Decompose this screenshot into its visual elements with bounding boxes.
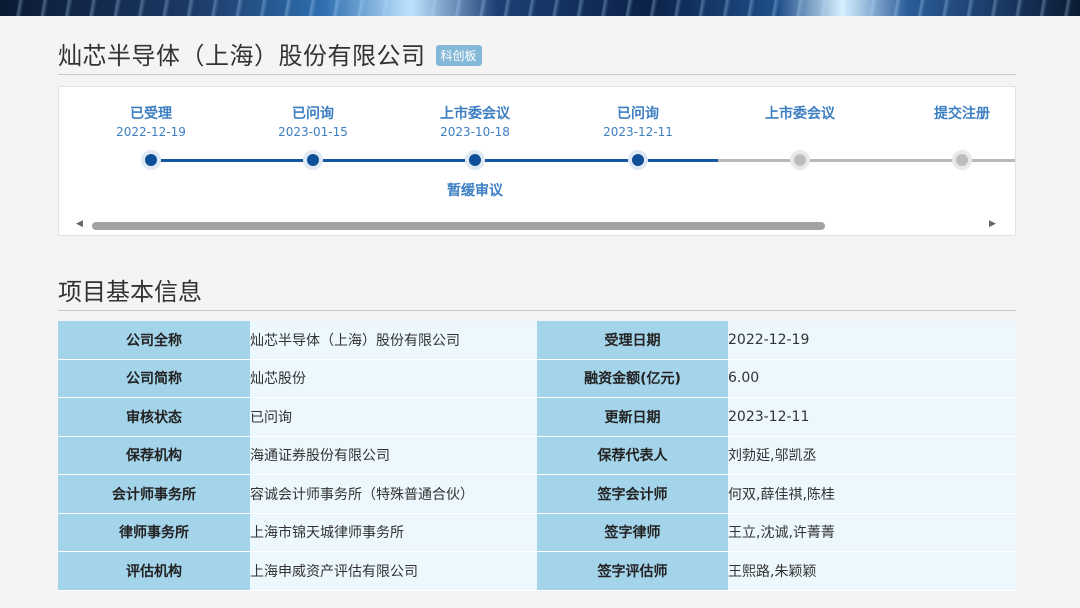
title-divider — [58, 74, 1016, 75]
timeline-step-3: 上市委会议 2023-10-18 — [395, 103, 555, 139]
step-date: 2022-12-19 — [116, 125, 186, 139]
field-value: 刘勃延,邬凯丞 — [728, 436, 1016, 475]
field-value: 灿芯半导体（上海）股份有限公司 — [250, 321, 537, 360]
field-value: 灿芯股份 — [250, 359, 537, 398]
table-row: 评估机构 上海申威资产评估有限公司 签字评估师 王熙路,朱颖颖 — [58, 551, 1016, 591]
company-title: 灿芯半导体（上海）股份有限公司 — [58, 41, 426, 70]
step-label: 已问询 — [617, 106, 659, 122]
company-header: 灿芯半导体（上海）股份有限公司 科创板 — [58, 36, 482, 70]
header-banner-image — [0, 0, 1080, 16]
step-date: 2023-10-18 — [440, 125, 510, 139]
table-row: 公司全称 灿芯半导体（上海）股份有限公司 受理日期 2022-12-19 — [58, 321, 1016, 360]
section-title: 项目基本信息 — [58, 278, 202, 306]
scroll-right-arrow-icon[interactable]: ▶ — [989, 219, 996, 229]
project-info-table: 公司全称 灿芯半导体（上海）股份有限公司 受理日期 2022-12-19 公司简… — [58, 321, 1016, 591]
field-value: 何双,薛佳祺,陈桂 — [728, 474, 1016, 514]
table-row: 律师事务所 上海市锦天城律师事务所 签字律师 王立,沈诚,许菁菁 — [58, 513, 1016, 552]
step-label: 已问询 — [292, 106, 334, 122]
timeline-step-2: 已问询 2023-01-15 — [233, 103, 393, 139]
step-label: 提交注册 — [934, 106, 990, 122]
field-label: 受理日期 — [537, 321, 728, 360]
field-value: 上海市锦天城律师事务所 — [250, 513, 537, 552]
field-label: 公司全称 — [58, 321, 250, 360]
timeline-step-5: 上市委会议 — [720, 103, 880, 123]
timeline-node-done — [465, 150, 485, 170]
field-label: 更新日期 — [537, 397, 728, 437]
table-row: 审核状态 已问询 更新日期 2023-12-11 — [58, 397, 1016, 437]
timeline-step-6: 提交注册 — [882, 103, 1042, 123]
scroll-left-arrow-icon[interactable]: ◀ — [76, 219, 83, 229]
field-label: 评估机构 — [58, 551, 250, 591]
field-value: 容诚会计师事务所（特殊普通合伙） — [250, 474, 537, 514]
step-date: 2023-12-11 — [603, 125, 673, 139]
timeline-node-pending — [952, 150, 972, 170]
section-divider — [58, 310, 1016, 311]
table-row: 会计师事务所 容诚会计师事务所（特殊普通合伙） 签字会计师 何双,薛佳祺,陈桂 — [58, 474, 1016, 514]
field-value: 2023-12-11 — [728, 397, 1016, 437]
field-label: 签字律师 — [537, 513, 728, 552]
timeline-node-done — [628, 150, 648, 170]
scrollbar-thumb[interactable] — [92, 222, 825, 230]
timeline-node-done — [303, 150, 323, 170]
field-value: 王熙路,朱颖颖 — [728, 551, 1016, 591]
field-value: 2022-12-19 — [728, 321, 1016, 360]
field-value: 海通证券股份有限公司 — [250, 436, 537, 475]
field-value: 6.00 — [728, 359, 1016, 398]
review-progress-timeline: 已受理 2022-12-19 已问询 2023-01-15 上市委会议 2023… — [58, 86, 1016, 236]
timeline-node-pending — [790, 150, 810, 170]
step-label: 已受理 — [130, 106, 172, 122]
timeline-step-4: 已问询 2023-12-11 — [558, 103, 718, 139]
field-label: 审核状态 — [58, 397, 250, 437]
field-label: 律师事务所 — [58, 513, 250, 552]
field-label: 会计师事务所 — [58, 474, 250, 514]
table-row: 公司简称 灿芯股份 融资金额(亿元) 6.00 — [58, 359, 1016, 398]
field-label: 保荐机构 — [58, 436, 250, 475]
table-row: 保荐机构 海通证券股份有限公司 保荐代表人 刘勃延,邬凯丞 — [58, 436, 1016, 475]
step-date: 2023-01-15 — [278, 125, 348, 139]
horizontal-scrollbar[interactable] — [89, 222, 989, 230]
field-label: 公司简称 — [58, 359, 250, 398]
field-label: 保荐代表人 — [537, 436, 728, 475]
timeline-node-done — [141, 150, 161, 170]
timeline-step-1: 已受理 2022-12-19 — [71, 103, 231, 139]
step-label: 上市委会议 — [440, 106, 510, 122]
field-label: 融资金额(亿元) — [537, 359, 728, 398]
field-value: 王立,沈诚,许菁菁 — [728, 513, 1016, 552]
field-value: 已问询 — [250, 397, 537, 437]
timeline-step-3-sublabel: 暂缓审议 — [447, 183, 503, 199]
board-badge: 科创板 — [435, 44, 482, 66]
step-label: 上市委会议 — [765, 106, 835, 122]
field-value: 上海申威资产评估有限公司 — [250, 551, 537, 591]
field-label: 签字评估师 — [537, 551, 728, 591]
field-label: 签字会计师 — [537, 474, 728, 514]
